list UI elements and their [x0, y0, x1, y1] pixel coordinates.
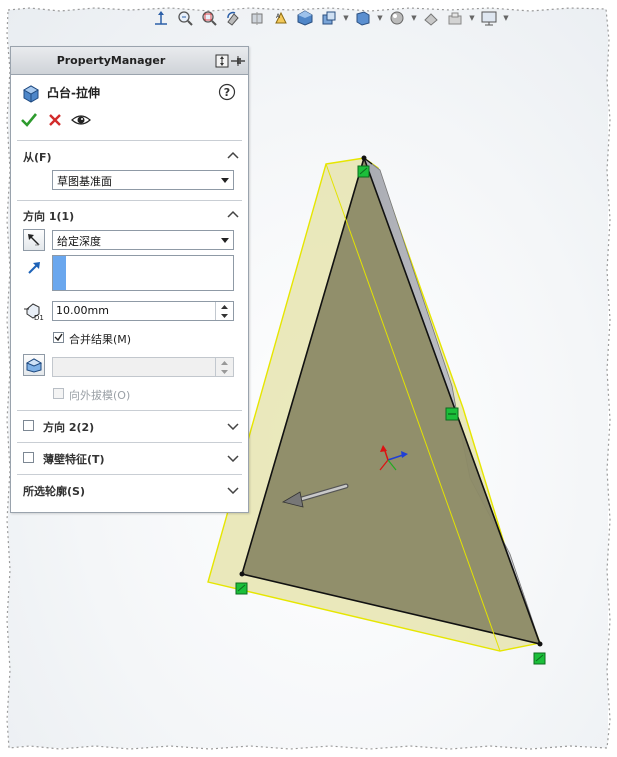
svg-text:?: ? [224, 86, 230, 99]
selected-contours-group-title[interactable]: 所选轮廓(S) [23, 483, 85, 499]
selection-box-accent [53, 256, 66, 290]
direction2-checkbox[interactable] [23, 420, 34, 431]
draft-outward-label: 向外拔模(O) [69, 389, 131, 402]
divider [17, 140, 242, 141]
help-icon[interactable]: ? [218, 83, 236, 101]
reverse-direction-button[interactable] [23, 229, 45, 251]
pin-icon[interactable] [231, 55, 245, 67]
divider [17, 442, 242, 443]
draft-angle-input [52, 357, 234, 377]
dynamic-annotation-icon[interactable]: A [270, 8, 292, 28]
direction1-group-title[interactable]: 方向 1(1) [23, 208, 74, 224]
chevron-down-icon[interactable]: ▼ [376, 8, 384, 28]
checkmark-icon [54, 333, 63, 342]
apply-scene-icon[interactable] [420, 8, 442, 28]
eye-icon [71, 115, 91, 125]
reverse-direction-icon [28, 234, 40, 246]
boss-extrude-icon [22, 85, 40, 103]
cancel-button[interactable] [45, 111, 65, 129]
chevron-down-icon[interactable] [227, 486, 239, 494]
draft-icon [25, 358, 43, 373]
from-select[interactable]: 草图基准面 [52, 170, 234, 190]
action-buttons [11, 109, 248, 131]
display-style-icon[interactable] [318, 8, 340, 28]
section-view-icon[interactable] [246, 8, 268, 28]
merge-result-checkbox[interactable] [53, 332, 64, 343]
direction-selection-box[interactable] [52, 255, 234, 291]
property-manager-header: PropertyManager [11, 47, 248, 75]
close-icon [49, 114, 61, 126]
chevron-down-icon[interactable]: ▼ [342, 8, 350, 28]
spin-up-icon [216, 358, 233, 367]
divider [17, 200, 242, 201]
chevron-down-icon[interactable]: ▼ [502, 8, 510, 28]
draft-spinner [215, 358, 233, 376]
from-group-title[interactable]: 从(F) [23, 149, 52, 165]
preview-button[interactable] [71, 111, 91, 129]
thin-feature-group-title[interactable]: 薄壁特征(T) [43, 451, 105, 467]
merge-result-label[interactable]: 合并结果(M) [69, 331, 131, 347]
screenshot-frame: A ▼ ▼ ▼ ▼ ▼ PropertyManager 凸台-拉伸 ? 从(F)… [0, 0, 617, 757]
spin-down-icon [216, 367, 233, 376]
chevron-down-icon [221, 178, 229, 183]
chevron-up-icon[interactable] [227, 210, 239, 218]
property-manager-title: PropertyManager [56, 54, 166, 67]
feature-title-row: 凸台-拉伸 ? [11, 81, 248, 103]
zoom-to-fit-icon[interactable] [174, 8, 196, 28]
edit-appearance-icon[interactable] [386, 8, 408, 28]
depth-spinner[interactable] [215, 302, 233, 320]
chevron-down-icon[interactable]: ▼ [468, 8, 476, 28]
chevron-down-icon[interactable] [227, 422, 239, 430]
from-select-value: 草图基准面 [57, 175, 112, 188]
view-settings-icon[interactable] [444, 8, 466, 28]
end-condition-select[interactable]: 给定深度 [52, 230, 234, 250]
checkmark-icon [21, 113, 37, 127]
previous-view-icon[interactable] [222, 8, 244, 28]
end-condition-value: 给定深度 [57, 235, 101, 248]
spin-down-icon[interactable] [216, 311, 233, 320]
panel-splitter-icon[interactable] [215, 54, 229, 68]
view-orientation-icon[interactable] [150, 8, 172, 28]
chevron-down-icon[interactable]: ▼ [410, 8, 418, 28]
view-orientation-cube-icon[interactable] [294, 8, 316, 28]
thin-feature-checkbox[interactable] [23, 452, 34, 463]
divider [17, 474, 242, 475]
direction2-group-title[interactable]: 方向 2(2) [43, 419, 94, 435]
depth-value: 10.00mm [56, 304, 109, 317]
hide-show-icon[interactable] [352, 8, 374, 28]
draft-toggle-button[interactable] [23, 354, 45, 376]
display-icon[interactable] [478, 8, 500, 28]
svg-text:D1: D1 [34, 314, 44, 321]
depth-input[interactable]: 10.00mm [52, 301, 234, 321]
ok-button[interactable] [19, 111, 39, 129]
zoom-to-area-icon[interactable] [198, 8, 220, 28]
draft-outward-checkbox [53, 388, 64, 399]
heads-up-toolbar: A ▼ ▼ ▼ ▼ ▼ [150, 8, 510, 28]
chevron-down-icon[interactable] [227, 454, 239, 462]
chevron-up-icon[interactable] [227, 151, 239, 159]
direction-vector-icon [28, 262, 40, 274]
depth-icon: D1 [24, 303, 44, 321]
chevron-down-icon [221, 238, 229, 243]
divider [17, 410, 242, 411]
feature-title: 凸台-拉伸 [47, 86, 100, 100]
property-manager-panel: PropertyManager 凸台-拉伸 ? 从(F) 草图基准面 方向 1(… [10, 46, 249, 513]
spin-up-icon[interactable] [216, 302, 233, 311]
